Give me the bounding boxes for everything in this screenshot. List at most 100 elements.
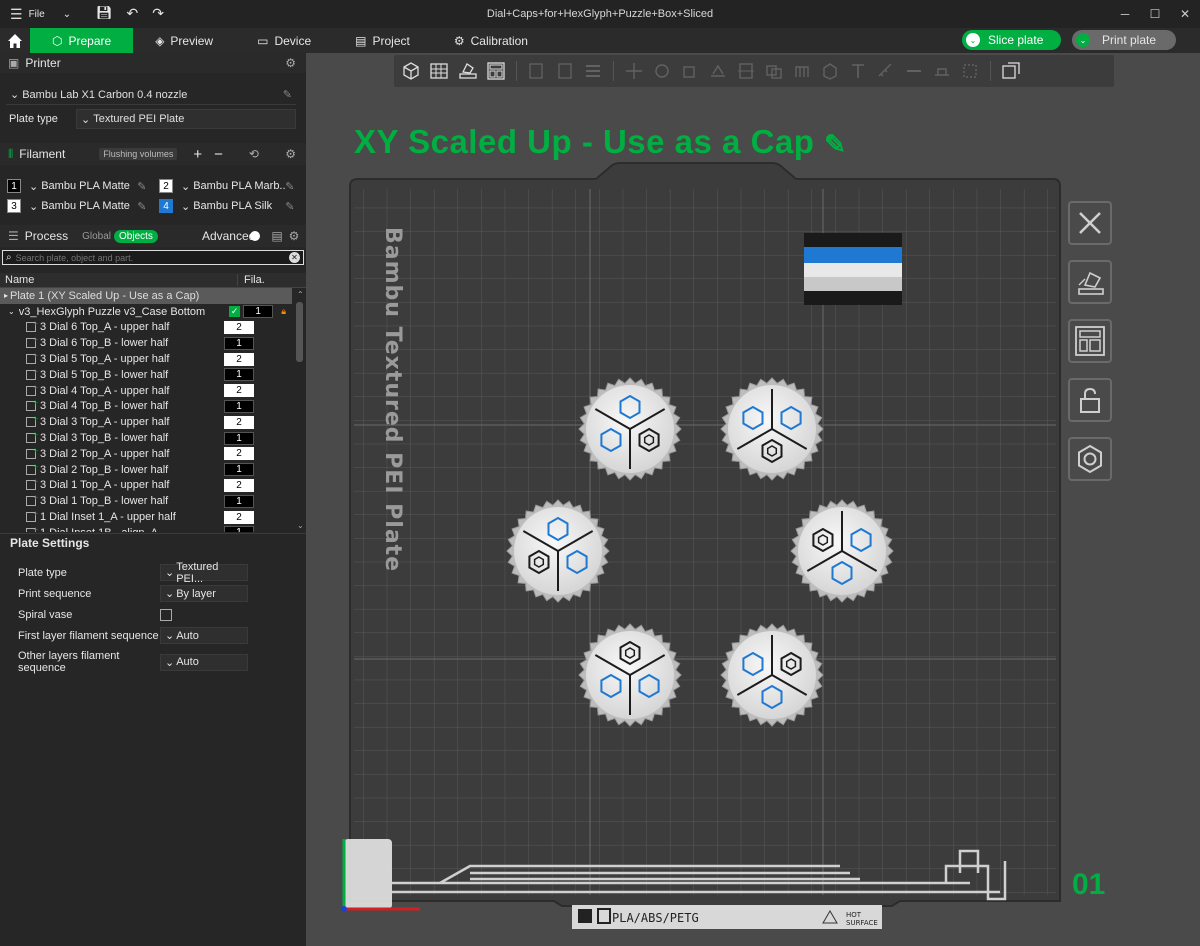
filament-index[interactable]: 1 — [224, 494, 254, 508]
filament-index[interactable]: 2 — [224, 320, 254, 334]
global-toggle[interactable]: Global — [82, 231, 111, 242]
ps-first-layer-select[interactable]: ⌄ Auto — [160, 627, 248, 644]
checked-icon[interactable]: ✓ — [229, 306, 241, 318]
filament-index[interactable]: 2 — [224, 384, 254, 398]
printer-select[interactable]: ⌄ Bambu Lab X1 Carbon 0.4 nozzle ✎ — [6, 85, 296, 105]
objects-toggle[interactable]: Objects — [114, 229, 158, 243]
clear-search-icon[interactable]: ✕ — [289, 252, 300, 263]
filament-index[interactable]: 1 — [224, 431, 254, 445]
part-row[interactable]: +3 Dial 3 Top_B - lower half 1 — [0, 430, 292, 446]
tab-calibration[interactable]: ⚙︎ Calibration — [432, 28, 550, 53]
scale-icon[interactable] — [678, 59, 702, 83]
part-row[interactable]: +3 Dial 2 Top_B - lower half 1 — [0, 462, 292, 478]
compare-icon[interactable]: ⚙︎ — [289, 229, 300, 243]
measure-icon[interactable] — [874, 59, 898, 83]
wipe-tower[interactable] — [804, 233, 902, 305]
tab-device[interactable]: ▭ Device — [235, 28, 333, 53]
object-row[interactable]: ⌄ v3_HexGlyph Puzzle v3_Case Bottom ✓ 1 … — [0, 304, 292, 320]
lock-icon[interactable]: 🔒︎ — [281, 306, 286, 317]
search-field[interactable]: ⌕ ✕ — [2, 250, 304, 265]
auto-orient-icon[interactable] — [456, 59, 480, 83]
filament-index[interactable]: 2 — [224, 352, 254, 366]
part-row[interactable]: +3 Dial 4 Top_B - lower half 1 — [0, 398, 292, 415]
search-input[interactable] — [15, 252, 276, 263]
ps-plate-type-select[interactable]: ⌄ Textured PEI... — [160, 561, 248, 585]
filament-index[interactable]: 1 — [224, 336, 254, 350]
filament-slot-3[interactable]: 3 ⌄ Bambu PLA Matte ✎ — [7, 199, 159, 213]
copy-icon[interactable] — [525, 59, 549, 83]
edit-icon[interactable]: ✎ — [137, 180, 146, 193]
sync-icon[interactable]: ⟲ — [249, 147, 259, 161]
part-row[interactable]: +3 Dial 6 Top_B - lower half 1 — [0, 335, 292, 351]
part-row[interactable]: +3 Dial 5 Top_B - lower half 1 — [0, 367, 292, 383]
scrollbar-thumb[interactable] — [296, 302, 303, 362]
gear-icon[interactable]: ⚙︎ — [285, 147, 296, 161]
part-row[interactable]: +3 Dial 1 Top_B - lower half 1 — [0, 493, 292, 509]
add-plate-icon[interactable] — [428, 59, 452, 83]
col-fila[interactable]: Fila. — [238, 274, 265, 286]
plate-type-select[interactable]: ⌄ Textured PEI Plate — [76, 109, 296, 129]
print-plate-button[interactable]: ⌄ Print plate — [1072, 30, 1177, 50]
filament-index[interactable]: 1 — [224, 368, 254, 382]
assemble-icon[interactable] — [902, 59, 926, 83]
add-object-icon[interactable] — [400, 59, 424, 83]
filament-index[interactable]: 1 — [224, 526, 254, 532]
scrollbar[interactable]: ⌃ ⌄ — [295, 290, 304, 530]
filament-slot-2[interactable]: 2 ⌄ Bambu PLA Marb... ✎ — [159, 179, 299, 193]
part-row[interactable]: +3 Dial 3 Top_A - upper half 2 — [0, 414, 292, 430]
col-name[interactable]: Name — [0, 274, 238, 286]
save-icon[interactable]: 💾︎ — [96, 5, 113, 22]
close-window-button[interactable]: ✕ — [1170, 0, 1200, 28]
edit-icon[interactable]: ✎ — [283, 88, 292, 101]
filament-index[interactable]: 1 — [224, 463, 254, 477]
spiral-vase-checkbox[interactable] — [160, 608, 172, 621]
edit-plate-name-icon[interactable]: ✎ — [824, 129, 846, 159]
tab-preview[interactable]: ◈ Preview — [133, 28, 235, 53]
part-row[interactable]: +3 Dial 6 Top_A - upper half 2 — [0, 319, 292, 336]
part-row[interactable]: +3 Dial 2 Top_A - upper half 2 — [0, 446, 292, 462]
file-menu[interactable]: ☰ File ⌄ — [0, 0, 71, 28]
home-button[interactable] — [0, 28, 30, 53]
part-row[interactable]: +1 Dial Inset 1_A - upper half 2 — [0, 509, 292, 525]
support-paint-icon[interactable] — [790, 59, 814, 83]
edit-icon[interactable]: ✎ — [285, 200, 294, 213]
scroll-up-icon[interactable]: ⌃ — [297, 290, 304, 299]
lock-plate-button[interactable] — [1068, 378, 1112, 422]
brim-ears-icon[interactable] — [930, 59, 954, 83]
text-tool-icon[interactable] — [846, 59, 870, 83]
tab-project[interactable]: ▤ Project — [333, 28, 432, 53]
filament-index[interactable]: 1 — [243, 305, 274, 319]
list-icon[interactable]: ▤ — [271, 229, 282, 243]
3d-viewport[interactable]: XY Scaled Up - Use as a Cap ✎ Bambu Text… — [306, 53, 1200, 946]
remove-filament-icon[interactable]: − — [214, 146, 223, 163]
ps-other-layers-select[interactable]: ⌄ Auto — [160, 653, 248, 671]
plate-number[interactable]: 01 — [1072, 868, 1105, 902]
arrange-icon[interactable] — [484, 59, 508, 83]
maximize-button[interactable]: ☐ — [1140, 0, 1170, 28]
redo-icon[interactable]: ↷ — [152, 5, 164, 22]
part-row[interactable]: +3 Dial 5 Top_A - upper half 2 — [0, 351, 292, 367]
plate-name-title[interactable]: XY Scaled Up - Use as a Cap ✎ — [354, 123, 846, 161]
auto-orient-plate-button[interactable] — [1068, 260, 1112, 304]
arrange-plate-button[interactable] — [1068, 319, 1112, 363]
seam-paint-icon[interactable] — [818, 59, 842, 83]
filament-slot-1[interactable]: 1 ⌄ Bambu PLA Matte ✎ — [7, 179, 159, 193]
gear-icon[interactable]: ⚙︎ — [285, 56, 296, 70]
tab-prepare[interactable]: ⬡ Prepare — [30, 28, 134, 53]
slice-plate-button[interactable]: ⌄ Slice plate — [962, 30, 1062, 50]
plate-row[interactable]: ▸ Plate 1 (XY Scaled Up - Use as a Cap) — [0, 288, 292, 304]
filament-index[interactable]: 2 — [224, 478, 254, 492]
edit-icon[interactable]: ✎ — [137, 200, 146, 213]
filament-slot-4[interactable]: 4 ⌄ Bambu PLA Silk ✎ — [159, 199, 299, 213]
build-plate[interactable]: Bambu Textured PEI Plate PLA/ABS/PETG HO… — [340, 161, 1070, 946]
scroll-down-icon[interactable]: ⌄ — [297, 521, 304, 530]
edit-icon[interactable]: ✎ — [285, 180, 294, 193]
add-filament-icon[interactable]: + — [193, 146, 202, 163]
delete-plate-button[interactable] — [1068, 201, 1112, 245]
cut-icon[interactable] — [734, 59, 758, 83]
view-options-icon[interactable] — [999, 59, 1023, 83]
filament-index[interactable]: 1 — [224, 399, 254, 413]
ps-print-sequence-select[interactable]: ⌄ By layer — [160, 585, 248, 602]
plate-settings-button[interactable] — [1068, 437, 1112, 481]
flushing-volumes-button[interactable]: Flushing volumes — [99, 148, 178, 160]
